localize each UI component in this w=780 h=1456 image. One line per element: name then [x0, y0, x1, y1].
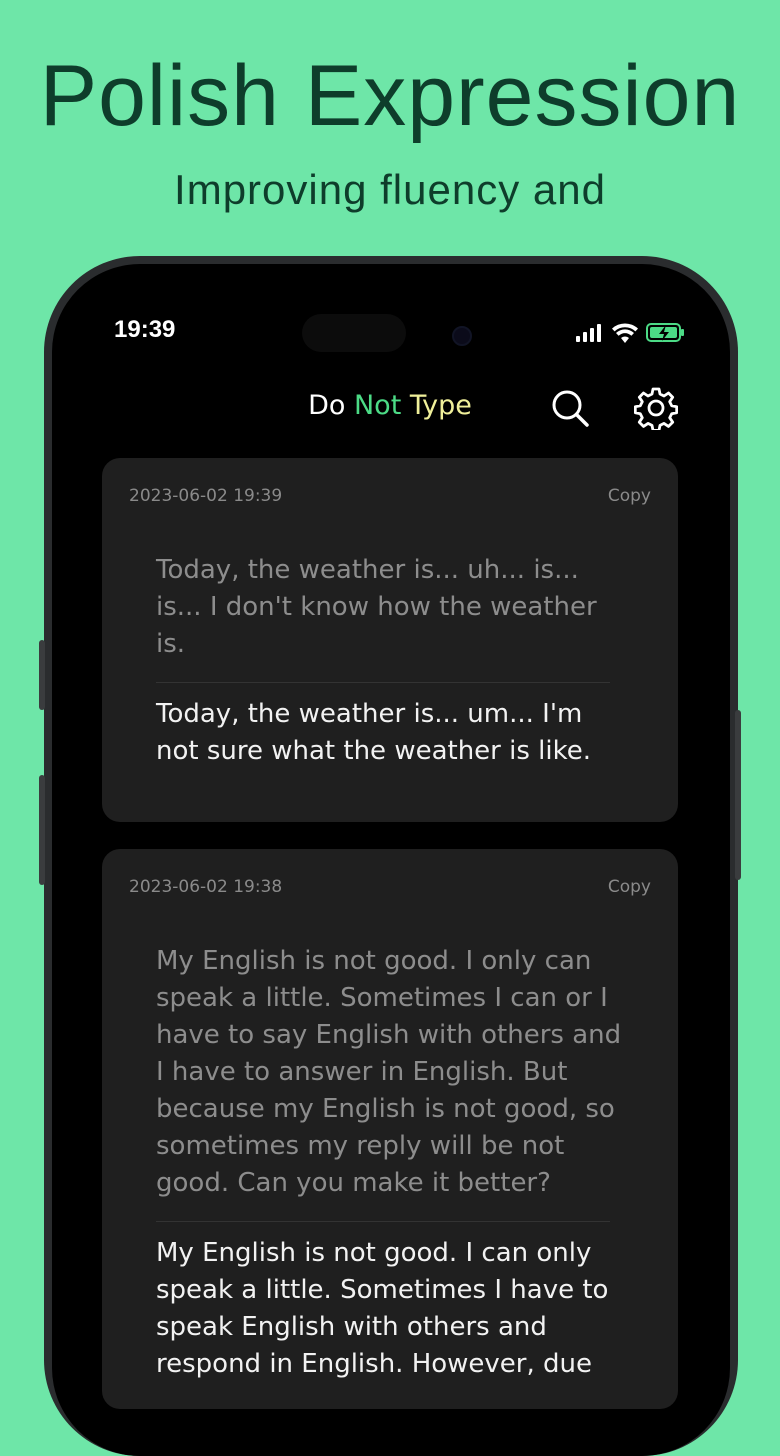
gear-icon[interactable]	[634, 386, 678, 430]
app-title-not: Not	[353, 390, 402, 421]
volume-down-button	[39, 775, 45, 885]
promo-headline: Polish Expression	[39, 48, 741, 144]
dynamic-island	[302, 314, 406, 352]
polished-text: My English is not good. I can only speak…	[156, 1238, 609, 1379]
divider	[156, 1221, 610, 1222]
battery-charging-icon	[646, 323, 684, 342]
original-text: My English is not good. I only can speak…	[156, 946, 622, 1198]
divider	[156, 682, 610, 683]
camera-dot	[452, 326, 472, 346]
signal-icon	[576, 324, 601, 342]
status-icons	[576, 323, 684, 343]
status-time: 19:39	[114, 316, 176, 343]
promo-subline: Improving fluency and	[174, 166, 606, 213]
expression-card[interactable]: 2023-06-02 19:38 Copy My English is not …	[102, 849, 678, 1409]
search-icon[interactable]	[548, 386, 592, 430]
app-title: Do Not Type	[240, 390, 540, 421]
copy-button[interactable]: Copy	[608, 486, 651, 506]
app-title-type: Type	[409, 390, 472, 421]
card-date: 2023-06-02 19:38	[129, 877, 283, 897]
copy-button[interactable]: Copy	[608, 877, 651, 897]
power-button	[735, 710, 741, 880]
original-text: Today, the weather is... uh... is... is.…	[156, 555, 597, 659]
app-title-do: Do	[308, 390, 346, 421]
card-date: 2023-06-02 19:39	[129, 486, 283, 506]
wifi-icon	[612, 323, 638, 343]
volume-up-button	[39, 640, 45, 710]
expression-card[interactable]: 2023-06-02 19:39 Copy Today, the weather…	[102, 458, 678, 822]
polished-text: Today, the weather is... um... I'm not s…	[156, 699, 592, 766]
